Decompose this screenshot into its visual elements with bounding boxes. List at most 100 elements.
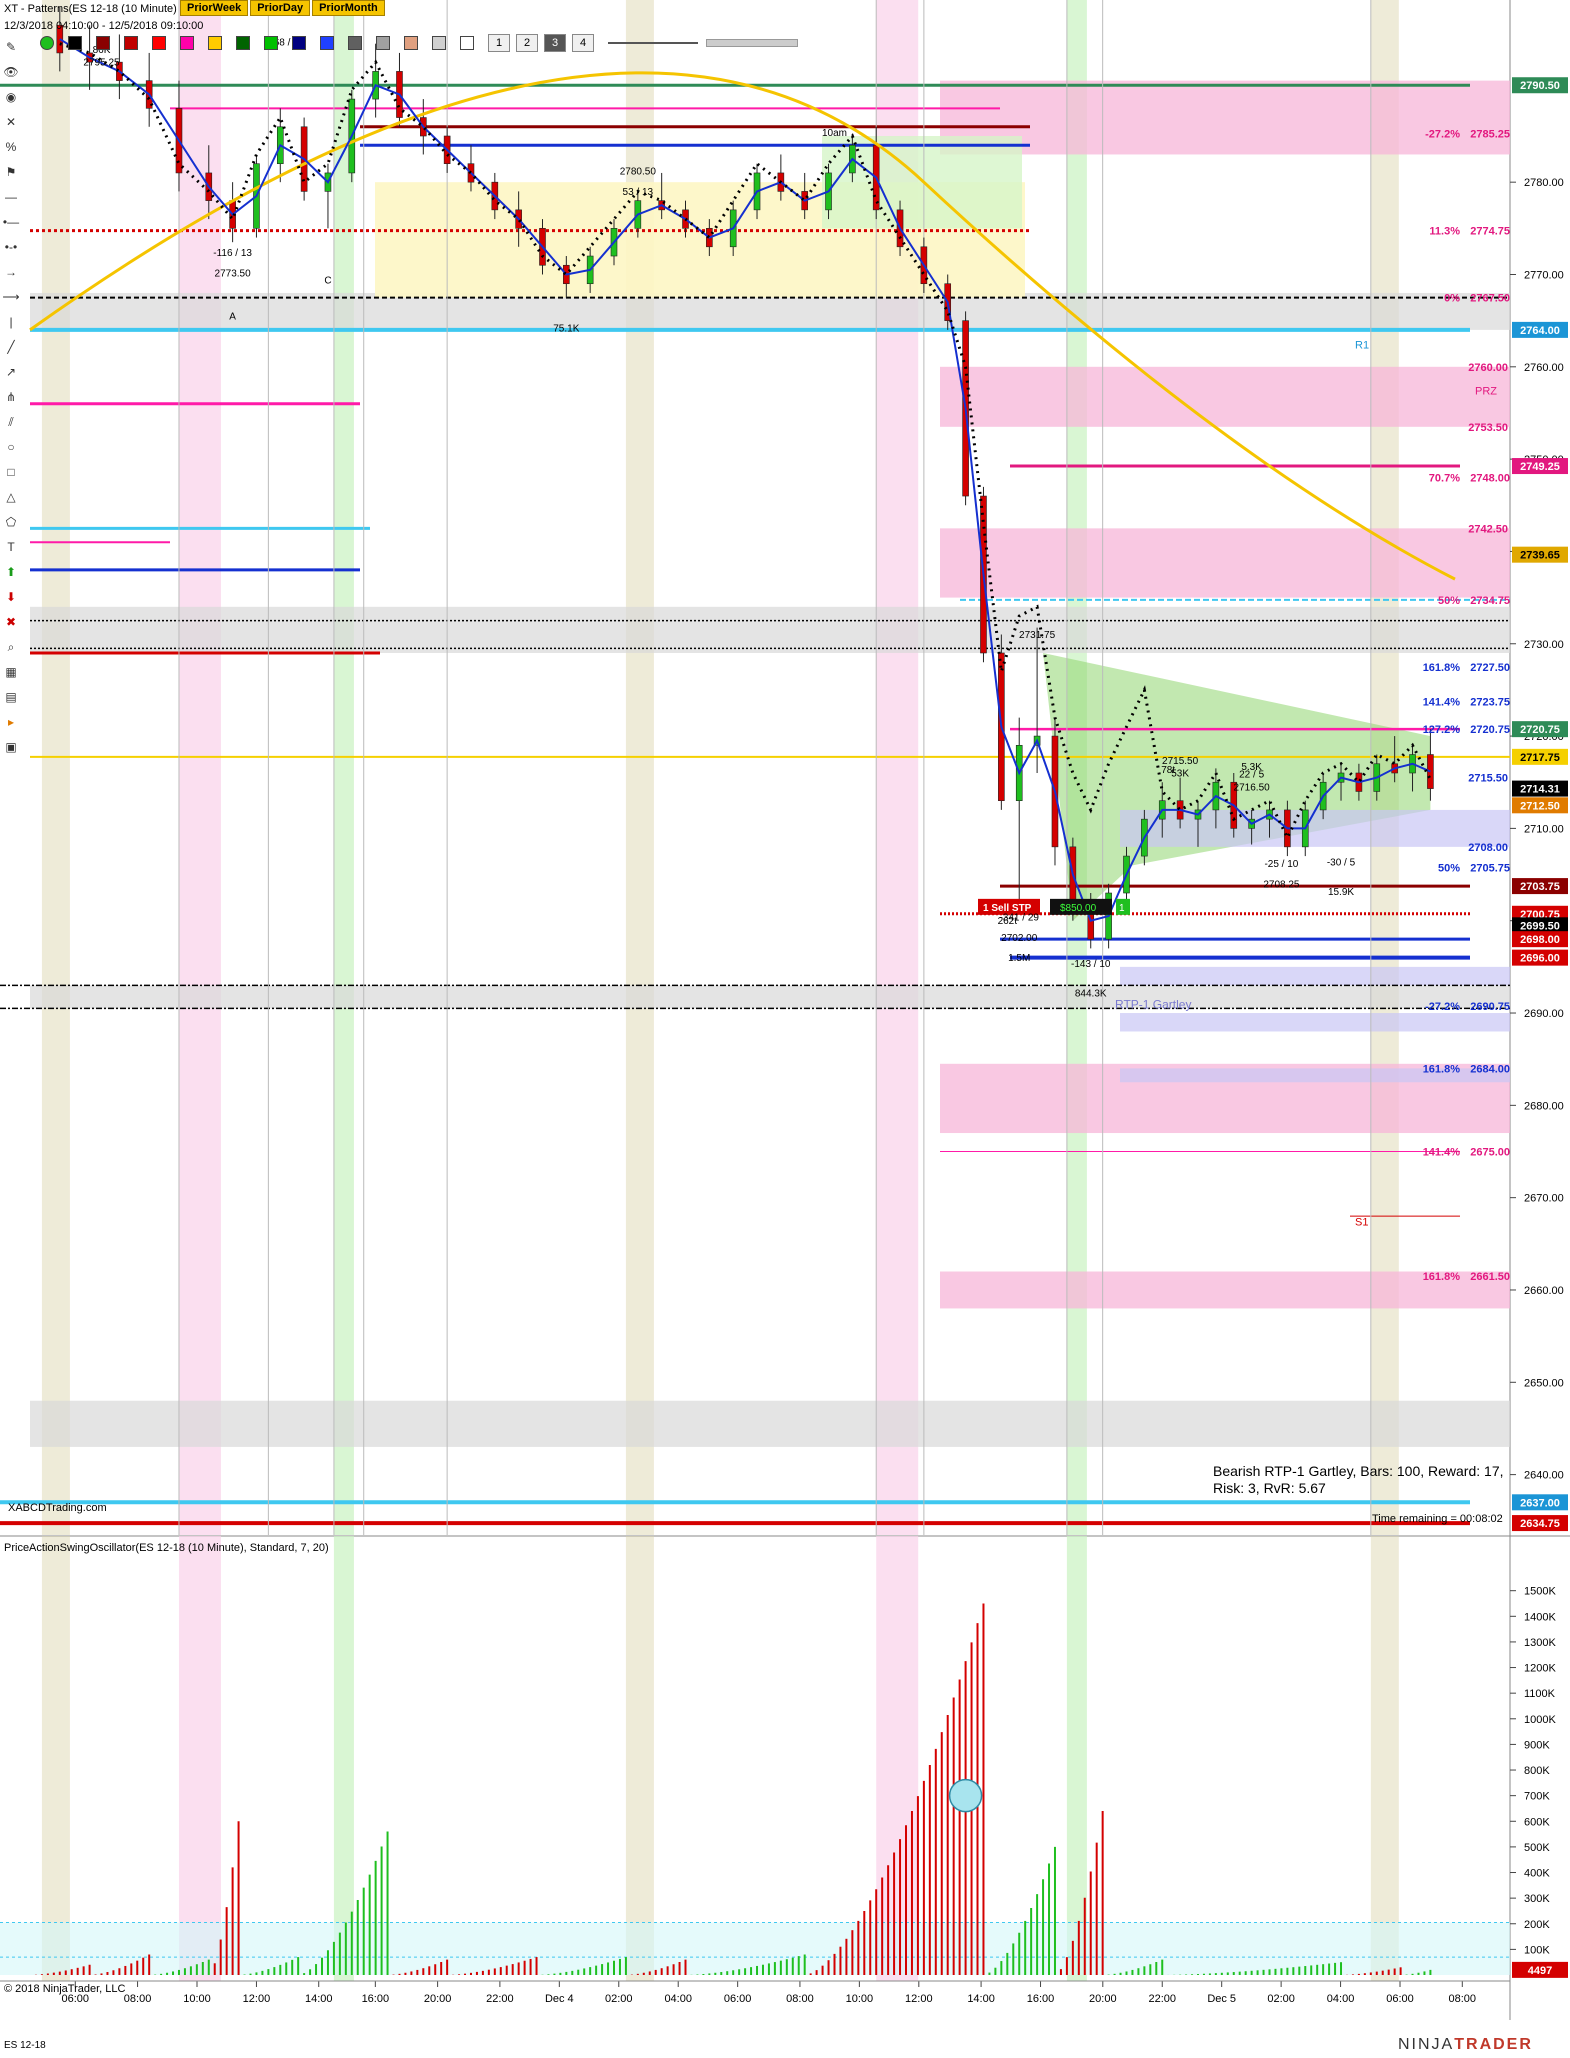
osc-tick-label: 1200K bbox=[1524, 1663, 1556, 1675]
swing-label: -143 / 10 bbox=[1071, 959, 1111, 970]
dot-line-icon[interactable]: •— bbox=[2, 213, 20, 231]
time-remaining: Time remaining = 00:08:02 bbox=[1372, 1513, 1503, 1525]
time-tick-label: 04:00 bbox=[664, 1993, 692, 2005]
color-darkgreen-swatch[interactable] bbox=[236, 36, 250, 50]
lavender-zone bbox=[1120, 966, 1510, 986]
color-red-swatch[interactable] bbox=[124, 36, 138, 50]
horizontal-line-icon[interactable]: — bbox=[2, 188, 20, 206]
price-tick-label: 2680.00 bbox=[1524, 1100, 1564, 1112]
color-blue-swatch[interactable] bbox=[320, 36, 334, 50]
grid-icon[interactable]: ▤ bbox=[2, 688, 20, 706]
fib-pct-label: 161.8% bbox=[1423, 1063, 1461, 1075]
horizontal-ray-icon[interactable]: ⟶ bbox=[2, 288, 20, 306]
calculator-icon[interactable]: ▣ bbox=[2, 738, 20, 756]
fib-price-label: 2661.50 bbox=[1470, 1271, 1510, 1283]
color-tan-swatch[interactable] bbox=[404, 36, 418, 50]
left-toolbar: ✎ 👁 ◉ ✕ % ⚑ — •— •-• → ⟶ | ╱ ↗ ⋔ ⫽ ○ □ △… bbox=[0, 34, 22, 763]
pattern-line-1: Bearish RTP-1 Gartley, Bars: 100, Reward… bbox=[1213, 1463, 1504, 1479]
osc-tick-label: 1400K bbox=[1524, 1611, 1556, 1623]
gray-zone bbox=[30, 1400, 1510, 1447]
order-pnl-label: $850.00 bbox=[1060, 903, 1097, 914]
price-label-text: 2790.50 bbox=[1520, 80, 1560, 92]
tab-prior-month[interactable]: PriorMonth bbox=[312, 0, 385, 16]
time-tick-label: 20:00 bbox=[1089, 1993, 1117, 2005]
up-arrow-icon[interactable]: ⬆ bbox=[2, 563, 20, 581]
osc-marker-circle[interactable] bbox=[948, 1778, 983, 1813]
osc-tick-label: 200K bbox=[1524, 1919, 1550, 1931]
vertical-line-icon[interactable]: | bbox=[2, 313, 20, 331]
fib-pct-label: 50% bbox=[1438, 595, 1460, 607]
osc-tick-label: 800K bbox=[1524, 1765, 1550, 1777]
fib-price-label: 2767.50 bbox=[1470, 293, 1510, 305]
circle-icon[interactable]: ○ bbox=[2, 438, 20, 456]
ray-icon[interactable]: ↗ bbox=[2, 363, 20, 381]
price-label-text: 2720.75 bbox=[1520, 724, 1560, 736]
rectangle-icon[interactable]: □ bbox=[2, 463, 20, 481]
color-yellow-swatch[interactable] bbox=[208, 36, 222, 50]
color-green-swatch[interactable] bbox=[264, 36, 278, 50]
color-navy-swatch[interactable] bbox=[292, 36, 306, 50]
color-gray-swatch[interactable] bbox=[348, 36, 362, 50]
color-black-swatch[interactable] bbox=[68, 36, 82, 50]
percent-icon[interactable]: % bbox=[2, 138, 20, 156]
arrow-right-icon[interactable]: → bbox=[2, 263, 20, 281]
width-1-button[interactable]: 1 bbox=[488, 34, 510, 52]
eye-icon[interactable]: ◉ bbox=[2, 88, 20, 106]
color-lightgray-swatch[interactable] bbox=[376, 36, 390, 50]
time-tick-label: Dec 4 bbox=[545, 1993, 574, 2005]
time-tick-label: 10:00 bbox=[846, 1993, 874, 2005]
polygon-icon[interactable]: ⬠ bbox=[2, 513, 20, 531]
triangle-icon[interactable]: △ bbox=[2, 488, 20, 506]
price-label-text: 2696.00 bbox=[1520, 953, 1560, 965]
color-darkred-swatch[interactable] bbox=[96, 36, 110, 50]
color-silver-swatch[interactable] bbox=[432, 36, 446, 50]
fib-pct-label: -27.2% bbox=[1425, 1001, 1460, 1013]
cross-icon[interactable]: ✕ bbox=[2, 113, 20, 131]
opacity-slider[interactable] bbox=[706, 39, 798, 47]
fib-price-label: 2684.00 bbox=[1470, 1063, 1510, 1075]
line-style-solid-icon[interactable] bbox=[608, 42, 698, 44]
color-white-swatch[interactable] bbox=[460, 36, 474, 50]
tab-prior-day[interactable]: PriorDay bbox=[250, 0, 311, 16]
oscillator-layer: 100K 200K 300K 400K 500K 600K 700K 800K 900K 1000… bbox=[0, 1586, 1568, 1978]
width-2-button[interactable]: 2 bbox=[516, 34, 538, 52]
remove-icon[interactable]: ✖ bbox=[2, 613, 20, 631]
text-icon[interactable]: T bbox=[2, 538, 20, 556]
swing-label: 262t bbox=[998, 916, 1018, 927]
session-band-olive-osc bbox=[625, 1536, 654, 1981]
swing-label: 2708.25 bbox=[1263, 879, 1300, 890]
width-3-button[interactable]: 3 bbox=[544, 34, 566, 52]
price-tick-label: 2780.00 bbox=[1524, 177, 1564, 189]
add-icon[interactable] bbox=[40, 36, 54, 50]
fib-pct-label: -27.2% bbox=[1425, 129, 1460, 141]
time-tick-label: 16:00 bbox=[1027, 1993, 1055, 2005]
fib-pct-label: 50% bbox=[1438, 863, 1460, 875]
flag-orange-icon[interactable]: ▸ bbox=[2, 713, 20, 731]
swing-label: -116 / 13 bbox=[213, 248, 252, 259]
diagonal-line-icon[interactable]: ╱ bbox=[2, 338, 20, 356]
brand-watermark: XABCDTrading.com bbox=[8, 1502, 107, 1514]
down-arrow-icon[interactable]: ⬇ bbox=[2, 588, 20, 606]
pencil-icon[interactable]: ✎ bbox=[2, 38, 20, 56]
color-brightred-swatch[interactable] bbox=[152, 36, 166, 50]
flag-icon[interactable]: ⚑ bbox=[2, 163, 20, 181]
time-tick-label: 04:00 bbox=[1327, 1993, 1355, 2005]
segment-icon[interactable]: •-• bbox=[2, 238, 20, 256]
fork-icon[interactable]: ⋔ bbox=[2, 388, 20, 406]
fib-price-label: 2720.75 bbox=[1470, 724, 1510, 736]
main-chart-svg: 1 Sell STP $850.00 1-116 / 132773.50AC2780… bbox=[0, 0, 1570, 2020]
zoom-icon[interactable]: ⌕ bbox=[2, 638, 20, 656]
width-4-button[interactable]: 4 bbox=[572, 34, 594, 52]
time-tick-label: 16:00 bbox=[362, 1993, 390, 2005]
parallel-icon[interactable]: ⫽ bbox=[2, 413, 20, 431]
ninjatrader-logo: NINJATRADER bbox=[1398, 2036, 1533, 2054]
price-label-text: 2698.00 bbox=[1520, 934, 1560, 946]
zone-price-label: 2760.00 bbox=[1468, 362, 1508, 374]
fib-price-label: 2748.00 bbox=[1470, 473, 1510, 485]
template-icon[interactable]: ▦ bbox=[2, 663, 20, 681]
eye-icon[interactable]: 👁 bbox=[2, 63, 20, 81]
color-magenta-swatch[interactable] bbox=[180, 36, 194, 50]
logo-ninja: NINJA bbox=[1398, 2036, 1455, 2053]
tab-prior-week[interactable]: PriorWeek bbox=[180, 0, 249, 16]
oscillator-title: PriceActionSwingOscillator(ES 12-18 (10 … bbox=[4, 1542, 329, 1554]
